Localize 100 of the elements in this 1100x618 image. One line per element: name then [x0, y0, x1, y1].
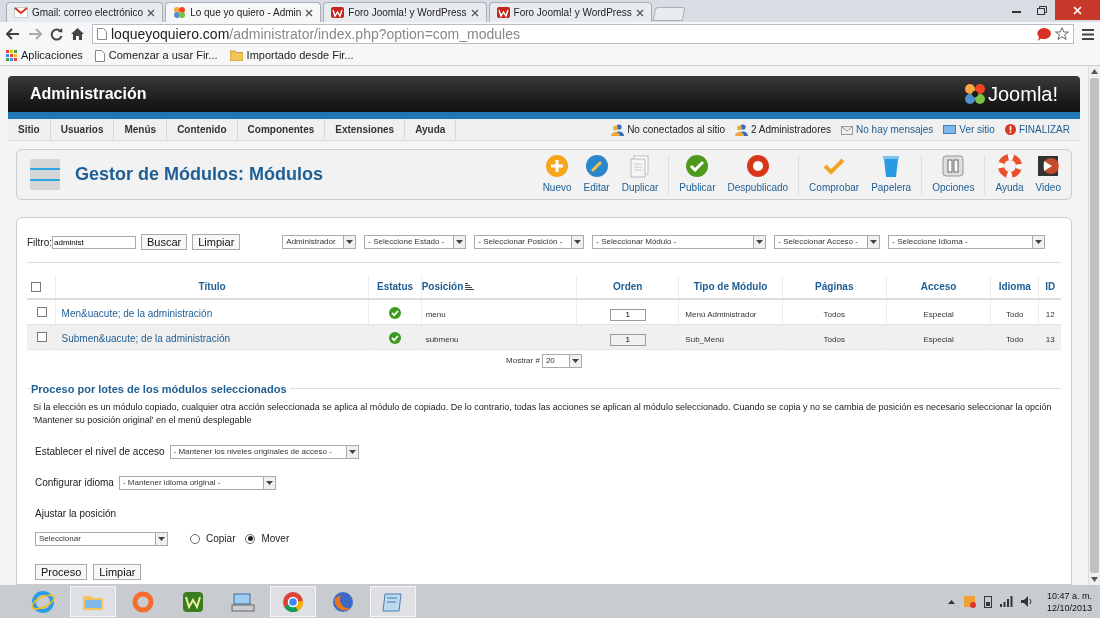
menu-item[interactable]: Menús [114, 119, 168, 140]
column-header[interactable]: Posición [421, 279, 475, 294]
table-cell: submenu [425, 335, 459, 344]
status-link[interactable]: Ver sitio [943, 122, 995, 137]
toolbar-button[interactable]: Video [1029, 154, 1067, 195]
filter-select[interactable]: - Seleccione Estado - [364, 235, 467, 249]
letter-w-icon [181, 589, 205, 614]
filter-select[interactable]: Administrador [282, 235, 357, 249]
language-select[interactable]: - Mantener idioma original - [118, 475, 276, 490]
position-select[interactable]: Seleccionar [35, 531, 168, 546]
close-icon [635, 8, 644, 17]
filter-select[interactable]: - Seleccionar Posición - [474, 235, 585, 249]
module-link[interactable]: Submen&uacute; de la administración [61, 333, 230, 344]
page-size-select[interactable]: 20 [541, 354, 582, 368]
radio-option[interactable]: Copiar [190, 531, 236, 546]
status-link[interactable]: 2 Administradores [735, 122, 832, 137]
signal-bars-icon [999, 596, 1013, 607]
filter-label: Filtro: [27, 235, 52, 250]
toolbar-button[interactable]: Duplicar [615, 154, 665, 195]
reload-icon [50, 27, 63, 41]
people-icon [611, 123, 625, 136]
filter-select[interactable]: - Seleccione Idioma - [888, 235, 1046, 249]
menu-item[interactable]: Componentes [237, 119, 326, 140]
menu-item[interactable]: Contenido [167, 119, 238, 140]
envelope-icon [841, 124, 854, 135]
column-header[interactable]: Título [198, 279, 226, 294]
taskbar-button[interactable] [270, 586, 316, 617]
column-header[interactable]: Idioma [998, 279, 1031, 294]
table-cell: 12 [1045, 310, 1055, 319]
select-all-checkbox[interactable] [31, 281, 41, 292]
status-link[interactable]: No hay mensajes [841, 122, 934, 137]
toolbar-button[interactable]: Ayuda [989, 154, 1030, 195]
toolbar-button[interactable]: Editar [577, 154, 616, 195]
address-bar[interactable]: loqueyoquiero.com/administrator/index.php?option=com_modules [92, 24, 1074, 44]
bookmark-link[interactable]: Importado desde Fir... [229, 47, 354, 64]
column-header[interactable]: Páginas [815, 279, 854, 294]
form-button[interactable]: Limpiar [192, 234, 241, 250]
menu-button[interactable] [1082, 28, 1094, 40]
radio-option[interactable]: Mover [245, 531, 290, 546]
order-field[interactable]: 1 [609, 309, 646, 321]
browser-tab[interactable]: Foro Joomla! y WordPress [323, 2, 487, 22]
pencil-circle-icon [584, 154, 609, 178]
dropdown-arrow-icon [574, 240, 582, 244]
column-header[interactable]: ID [1045, 279, 1056, 294]
row-checkbox[interactable] [37, 307, 47, 317]
back-button[interactable] [6, 28, 20, 40]
chrome-ball-icon [281, 589, 305, 614]
table-cell: Todo [1006, 335, 1024, 344]
form-button[interactable]: Proceso [35, 564, 88, 580]
alert-icon [1004, 124, 1016, 135]
module-link[interactable]: Men&uacute; de la administración [61, 308, 213, 319]
close-icon [470, 8, 479, 17]
reload-button[interactable] [50, 27, 63, 41]
order-field[interactable]: 1 [609, 334, 646, 346]
ring-icon [131, 589, 155, 614]
filter-field[interactable]: administ [52, 235, 136, 249]
menu-item[interactable]: Usuarios [50, 119, 115, 140]
menu-item[interactable]: Extensiones [325, 119, 406, 140]
page-icon [97, 28, 107, 40]
menu-item[interactable]: Sitio [8, 119, 51, 140]
monitor-icon [943, 124, 957, 135]
home-button[interactable] [71, 28, 84, 40]
forward-button[interactable] [28, 28, 42, 40]
batch-description: Si la elección es un módulo copiado, cualquier otra acción seleccionada se aplica al módulo de copiado. De lo contrario, todas las acciones se aplican al módulo seleccionado. Cuando se copia y no se cambia de posición es necesario seleccionar la opción 'Mantener su posición original' en el menú desplegable [33, 401, 1053, 427]
field-label: Establecer el nivel de acceso [35, 445, 165, 459]
row-checkbox[interactable] [37, 332, 47, 342]
bookmark-link[interactable]: Comenzar a usar Fir... [94, 47, 218, 64]
bookmark-link[interactable]: Aplicaciones [6, 47, 83, 64]
toolbar-button[interactable]: Papelera [865, 154, 918, 195]
lifebuoy-icon [997, 154, 1022, 178]
close-icon [147, 8, 156, 17]
toolbar-button[interactable]: Publicar [673, 154, 722, 195]
form-button[interactable]: Limpiar [93, 564, 142, 580]
table-cell: Todo [1006, 310, 1024, 319]
access-select[interactable]: - Mantener los niveles originales de acceso - [169, 444, 359, 459]
dropdown-arrow-icon [870, 240, 878, 244]
toolbar-button[interactable]: Comprobar [803, 154, 866, 195]
browser-tab[interactable]: Foro Joomla! y WordPress [488, 2, 652, 22]
column-header[interactable]: Tipo de Módulo [693, 279, 768, 294]
toolbar-button[interactable]: Nuevo [536, 154, 578, 195]
menu-item[interactable]: Ayuda [405, 119, 457, 140]
status-link[interactable]: FINALIZAR [1004, 122, 1070, 137]
speech-bubble-icon [1037, 27, 1051, 41]
column-header[interactable]: Acceso [920, 279, 957, 294]
form-button[interactable]: Buscar [141, 234, 188, 250]
taskbar-button[interactable] [370, 586, 416, 617]
filter-select[interactable]: - Seleccionar Acceso - [774, 235, 881, 249]
pagination-label: Mostrar # [506, 355, 540, 367]
browser-tab[interactable]: Lo que yo quiero - Admin [165, 2, 322, 22]
column-header[interactable]: Orden [612, 279, 643, 294]
column-header[interactable]: Estatus [377, 279, 414, 294]
table-cell: Especial [923, 335, 954, 344]
toolbar-button[interactable]: Opciones [926, 154, 981, 195]
toolbar-button[interactable]: Despublicado [721, 154, 795, 195]
browser-tab[interactable]: Gmail: correo electrónico [6, 2, 164, 22]
close-icon [1073, 5, 1082, 15]
scrollbar[interactable] [1088, 66, 1100, 585]
status-link[interactable]: No conectados al sitio [611, 122, 725, 137]
field-label: Ajustar la posición [35, 507, 118, 521]
filter-select[interactable]: - Seleccionar Módulo - [592, 235, 767, 249]
